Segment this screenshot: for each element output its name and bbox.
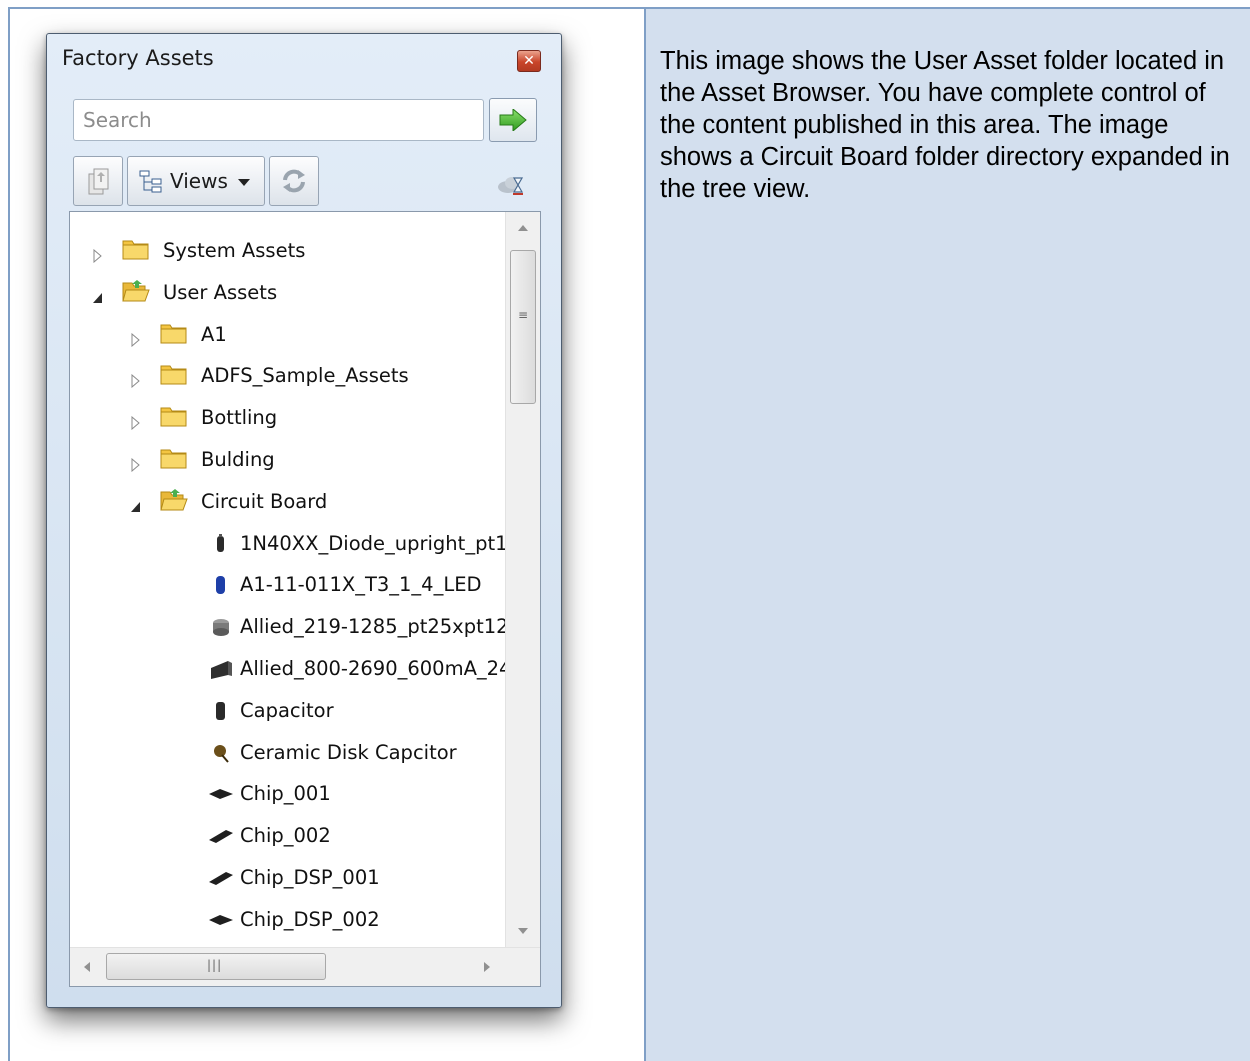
chip-icon <box>208 868 234 888</box>
expand-arrow-expanded-icon[interactable] <box>130 496 142 512</box>
tree-asset-row[interactable]: Chip_001 <box>70 775 505 815</box>
tree-row-label: System Assets <box>163 239 306 262</box>
horizontal-scroll-thumb[interactable]: ||| <box>106 953 326 980</box>
folder-icon <box>160 362 188 386</box>
tree-asset-row[interactable]: Chip_DSP_001 <box>70 859 505 899</box>
factory-assets-window: Factory Assets ✕ Views <box>46 33 562 1008</box>
diode-icon <box>208 533 234 554</box>
expand-arrow-collapsed-icon[interactable] <box>130 412 142 431</box>
capacitor-icon <box>208 701 234 721</box>
chip-icon <box>208 910 234 930</box>
folder-open-icon <box>160 488 188 512</box>
tree-row-label: Chip_001 <box>240 782 331 806</box>
tree-row-label: A1 <box>201 322 227 346</box>
chip-icon <box>208 784 234 804</box>
folder-open-icon <box>122 279 150 303</box>
expand-arrow-expanded-icon[interactable] <box>92 287 104 303</box>
vertical-scroll-thumb[interactable]: ≡ <box>510 250 536 404</box>
tree-row-label: ADFS_Sample_Assets <box>201 364 409 388</box>
close-button[interactable]: ✕ <box>517 50 541 72</box>
tree-row-label: Circuit Board <box>201 489 328 513</box>
folder-icon <box>160 446 188 470</box>
tree-row-label: Bottling <box>201 406 278 430</box>
tree-row-label: Chip_DSP_002 <box>240 907 380 931</box>
refresh-button[interactable] <box>269 156 319 206</box>
scroll-up-icon[interactable] <box>518 225 528 231</box>
tree-asset-row[interactable]: Capacitor <box>70 692 505 732</box>
coil-icon <box>208 617 234 637</box>
scroll-down-icon[interactable] <box>518 928 528 934</box>
vertical-scrollbar[interactable]: ≡ <box>505 212 540 947</box>
tree-asset-row[interactable]: Ceramic Disk Capcitor <box>70 734 505 774</box>
ceramic-capacitor-icon <box>208 743 234 763</box>
folder-icon <box>160 404 188 428</box>
expand-arrow-collapsed-icon[interactable] <box>130 329 142 347</box>
description-cell: This image shows the User Asset folder l… <box>646 9 1250 1061</box>
close-icon: ✕ <box>523 53 535 69</box>
grip-icon: ||| <box>207 958 223 972</box>
tree-row-label: Bulding <box>201 448 275 471</box>
tree-asset-row[interactable]: A1-11-011X_T3_1_4_LED <box>70 566 505 606</box>
tree-row-label: Chip_002 <box>240 824 331 848</box>
chevron-down-icon <box>238 179 250 186</box>
publish-button[interactable] <box>73 156 123 206</box>
tree-row-label: A1-11-011X_T3_1_4_LED <box>240 573 482 597</box>
cloud-sync-icon[interactable] <box>497 174 523 196</box>
tree-row-label: Allied_219-1285_pt25xpt125 <box>240 615 505 639</box>
refresh-icon <box>283 169 305 193</box>
expand-arrow-collapsed-icon[interactable] <box>130 370 142 389</box>
component-block-icon <box>208 659 234 679</box>
expand-arrow-collapsed-icon[interactable] <box>92 245 104 264</box>
arrow-right-icon <box>499 109 527 131</box>
tree-folder-row[interactable]: User Assets <box>70 274 505 314</box>
tree-asset-row[interactable]: Allied_219-1285_pt25xpt125 <box>70 608 505 648</box>
tree-folder-row[interactable]: A1 <box>70 316 505 356</box>
description-text: This image shows the User Asset folder l… <box>660 47 1230 203</box>
folder-icon <box>160 321 188 345</box>
scroll-right-icon[interactable] <box>484 962 490 972</box>
tree-row-label: Ceramic Disk Capcitor <box>240 740 457 764</box>
tree-asset-row[interactable]: 1N40XX_Diode_upright_pt1i <box>70 525 505 565</box>
tree-row-label: 1N40XX_Diode_upright_pt1i <box>240 531 505 555</box>
asset-tree[interactable]: System Assets User Assets A1 ADFS_Sample_As… <box>69 211 541 987</box>
grip-icon: ≡ <box>518 308 529 322</box>
tree-folder-row[interactable]: Bottling <box>70 399 505 439</box>
tree-folder-row[interactable]: System Assets <box>70 232 505 272</box>
tree-folder-row[interactable]: Bulding <box>70 441 505 481</box>
tree-asset-row[interactable]: Chip_DSP_002 <box>70 901 505 941</box>
horizontal-scrollbar[interactable]: ||| <box>70 947 540 986</box>
tree-asset-row[interactable]: Allied_800-2690_600mA_24 <box>70 650 505 690</box>
tree-row-label: Chip_DSP_001 <box>240 866 380 889</box>
tree-folder-row[interactable]: ADFS_Sample_Assets <box>70 357 505 397</box>
tree-row-label: Allied_800-2690_600mA_24 <box>240 657 505 680</box>
led-icon <box>208 575 234 595</box>
tree-rows: System Assets User Assets A1 ADFS_Sample_As… <box>70 212 505 947</box>
publish-icon <box>88 168 109 195</box>
views-label: Views <box>170 169 228 193</box>
scroll-left-icon[interactable] <box>84 962 90 972</box>
tree-row-label: User Assets <box>163 280 278 304</box>
chip-icon <box>208 826 234 846</box>
folder-icon <box>122 237 150 261</box>
expand-arrow-collapsed-icon[interactable] <box>130 454 142 473</box>
tree-row-label: Capacitor <box>240 698 334 722</box>
search-go-button[interactable] <box>489 98 537 142</box>
tree-folder-row[interactable]: Circuit Board <box>70 483 505 523</box>
views-dropdown[interactable]: Views <box>127 156 265 206</box>
tree-asset-row[interactable]: Chip_002 <box>70 817 505 857</box>
window-title: Factory Assets <box>62 46 214 70</box>
tree-view-icon <box>139 170 162 193</box>
search-input[interactable] <box>73 99 484 141</box>
